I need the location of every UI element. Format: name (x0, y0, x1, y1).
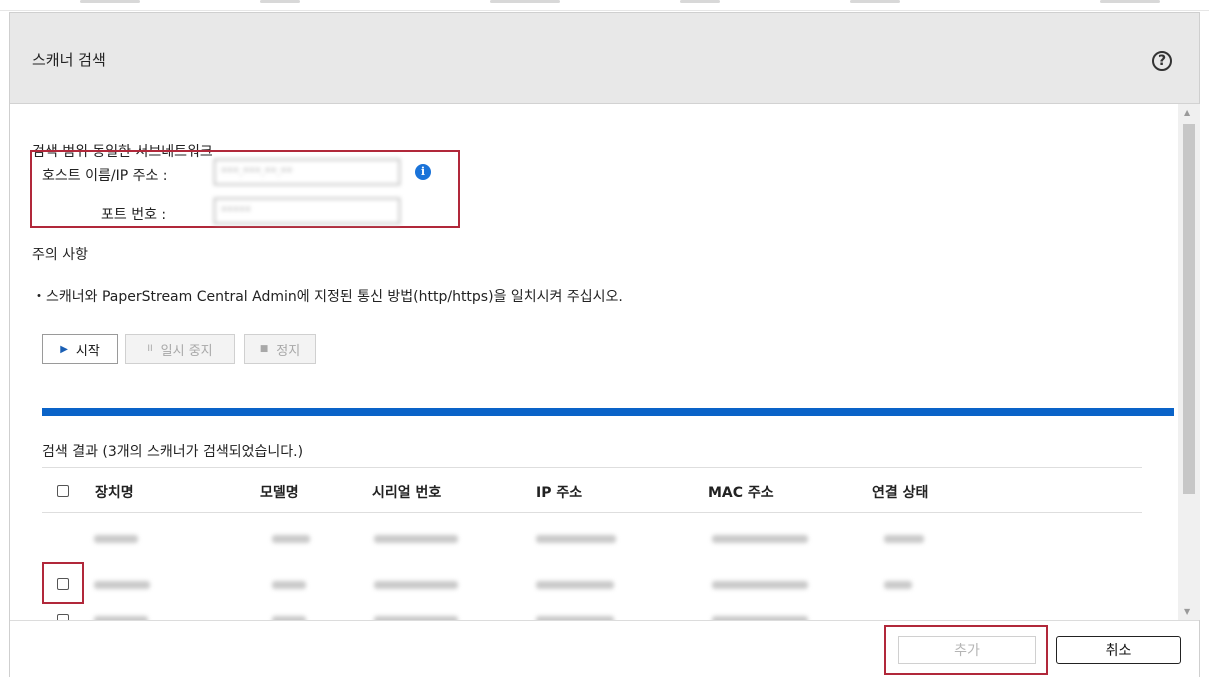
host-label: 호스트 이름/IP 주소 : (42, 168, 168, 184)
start-button[interactable]: ▶ 시작 (42, 334, 118, 364)
scanner-search-dialog: 스캐너 검색 ? 검색 범위 동일한 서브네트워크 호스트 이름/IP 주소 :… (9, 12, 1200, 679)
pause-button[interactable]: II 일시 중지 (125, 334, 235, 364)
select-all-checkbox[interactable] (57, 485, 69, 497)
status-cell (884, 535, 924, 543)
header-divider (42, 512, 1142, 513)
search-progress-bar (42, 408, 1174, 416)
device-name-cell (94, 581, 150, 589)
notes-heading: 주의 사항 (32, 247, 88, 263)
vertical-scrollbar[interactable]: ▲ ▼ (1178, 104, 1200, 620)
results-top-divider (42, 467, 1142, 468)
model-cell (272, 535, 310, 543)
model-cell (272, 581, 306, 589)
mac-cell (712, 535, 808, 543)
dialog-footer: 추가 취소 (10, 620, 1199, 679)
device-name-cell (94, 535, 138, 543)
scroll-up-arrow-icon[interactable]: ▲ (1184, 108, 1190, 117)
dialog-header: 스캐너 검색 ? (10, 13, 1199, 104)
stop-icon: ■ (259, 344, 269, 354)
pause-label: 일시 중지 (160, 343, 213, 359)
scroll-thumb[interactable] (1183, 124, 1195, 494)
column-mac-address[interactable]: MAC 주소 (708, 482, 774, 502)
stop-label: 정지 (276, 343, 301, 359)
play-icon: ▶ (60, 343, 68, 355)
host-input[interactable] (214, 159, 400, 185)
info-icon[interactable]: i (415, 164, 431, 180)
dialog-title: 스캐너 검색 (32, 51, 106, 69)
column-device-name[interactable]: 장치명 (95, 482, 134, 502)
background-window-strip (0, 0, 1209, 11)
dialog-content: 검색 범위 동일한 서브네트워크 호스트 이름/IP 주소 : i 포트 번호 … (10, 104, 1175, 620)
scroll-down-arrow-icon[interactable]: ▼ (1184, 607, 1190, 616)
port-input[interactable] (214, 198, 400, 224)
start-label: 시작 (75, 343, 100, 359)
row-checkbox[interactable] (57, 578, 69, 590)
column-model-name[interactable]: 모델명 (260, 482, 299, 502)
stop-button[interactable]: ■ 정지 (244, 334, 316, 364)
ip-cell (536, 535, 616, 543)
notes-item: ・스캐너와 PaperStream Central Admin에 지정된 통신 … (32, 289, 623, 305)
serial-cell (374, 535, 458, 543)
pause-icon: II (147, 344, 153, 354)
results-summary: 검색 결과 (3개의 스캐너가 검색되었습니다.) (42, 444, 304, 460)
ip-cell (536, 581, 614, 589)
add-button[interactable]: 추가 (898, 636, 1036, 664)
port-label: 포트 번호 : (101, 207, 167, 223)
help-icon[interactable]: ? (1152, 51, 1172, 71)
column-serial-number[interactable]: 시리얼 번호 (372, 482, 441, 502)
mac-cell (712, 581, 808, 589)
column-ip-address[interactable]: IP 주소 (536, 482, 582, 502)
column-connection-status[interactable]: 연결 상태 (872, 482, 928, 502)
status-cell (884, 581, 912, 589)
serial-cell (374, 581, 458, 589)
cancel-button[interactable]: 취소 (1056, 636, 1181, 664)
